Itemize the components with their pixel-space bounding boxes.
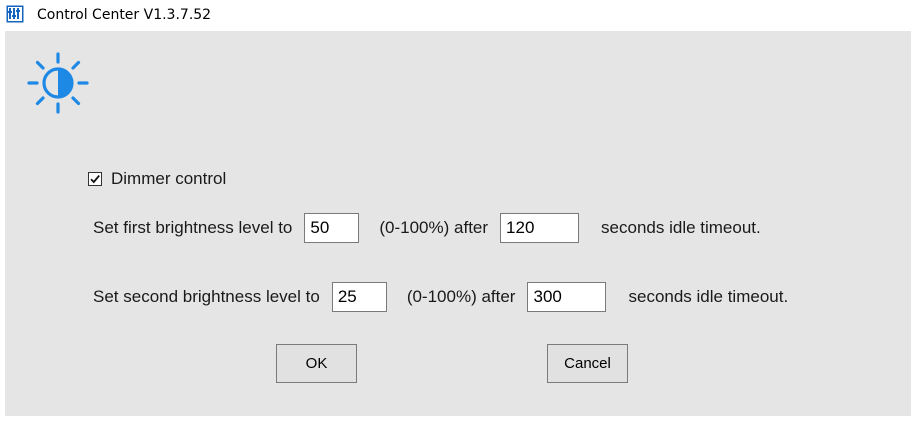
first-level-row: Set first brightness level to (0-100%) a… [93,213,773,243]
first-level-prefix: Set first brightness level to [93,218,293,237]
brightness-icon [27,52,89,114]
first-level-middle: (0-100%) after [379,218,489,237]
second-level-row: Set second brightness level to (0-100%) … [93,282,800,312]
cancel-button[interactable]: Cancel [547,344,628,383]
second-level-prefix: Set second brightness level to [93,287,320,306]
window-title: Control Center V1.3.7.52 [37,7,212,23]
dimmer-control-label[interactable]: Dimmer control [111,169,226,189]
first-level-percent-input[interactable] [304,213,360,243]
second-level-middle: (0-100%) after [406,287,516,306]
ok-button[interactable]: OK [276,344,357,383]
second-level-percent-input[interactable] [331,282,387,312]
first-level-seconds-input[interactable] [500,213,580,243]
second-level-suffix: seconds idle timeout. [628,287,789,306]
app-icon [6,5,24,23]
first-level-suffix: seconds idle timeout. [601,218,761,237]
dimmer-control-checkbox[interactable] [88,172,102,186]
dimmer-control-checkbox-row[interactable]: Dimmer control [88,168,226,190]
second-level-seconds-input[interactable] [527,282,607,312]
checkmark-icon [90,175,100,184]
title-bar: Control Center V1.3.7.52 [0,0,916,31]
